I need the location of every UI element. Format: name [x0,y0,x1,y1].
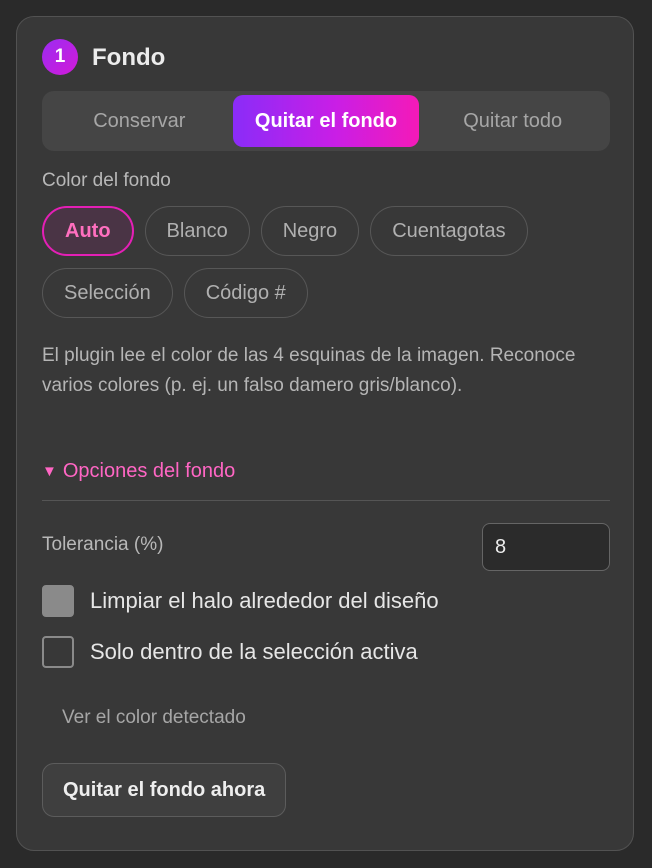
halo-cleanup-label: Limpiar el halo alrededor del diseño [90,588,439,613]
chip-blanco[interactable]: Blanco [144,206,250,256]
options-divider [42,500,610,501]
tab-quitar-todo[interactable]: Quitar todo [419,95,606,147]
step-number-badge: 1 [42,39,78,75]
color-chip-row-1: Auto Blanco Negro Cuentagotas [42,206,528,256]
tolerance-input[interactable] [482,523,610,571]
tab-conservar[interactable]: Conservar [46,95,233,147]
tab-quitar-el-fondo[interactable]: Quitar el fondo [232,95,420,147]
mode-segmented-control: Conservar Quitar el fondo Quitar todo [42,91,610,151]
background-options-label: Opciones del fondo [62,460,236,482]
chip-negro[interactable]: Negro [260,206,360,256]
selection-only-checkbox[interactable] [42,636,74,668]
chip-codigo-hex[interactable]: Código # [183,268,308,318]
triangle-down-icon: ▼ [42,463,57,480]
selection-only-option[interactable]: Solo dentro de la selección activa [42,636,418,668]
chip-seleccion[interactable]: Selección [42,268,173,318]
view-detected-color-link[interactable]: Ver el color detectado [62,707,246,729]
section-title: Fondo [92,44,166,71]
chip-auto[interactable]: Auto [42,206,134,256]
background-color-label: Color del fondo [42,170,171,191]
section-header: 1 Fondo [42,39,165,75]
halo-cleanup-option[interactable]: Limpiar el halo alrededor del diseño [42,585,439,617]
chip-cuentagotas[interactable]: Cuentagotas [370,206,528,256]
remove-background-now-button[interactable]: Quitar el fondo ahora [42,763,287,817]
halo-cleanup-checkbox[interactable] [42,585,74,617]
background-options-toggle[interactable]: ▼ Opciones del fondo [42,460,235,483]
tolerance-label: Tolerancia (%) [42,534,164,555]
auto-mode-description: El plugin lee el color de las 4 esquinas… [42,345,576,396]
selection-only-label: Solo dentro de la selección activa [90,639,418,664]
background-panel: 1 Fondo Conservar Quitar el fondo Quitar… [16,16,634,851]
color-chip-row-2: Selección Código # [42,268,308,318]
